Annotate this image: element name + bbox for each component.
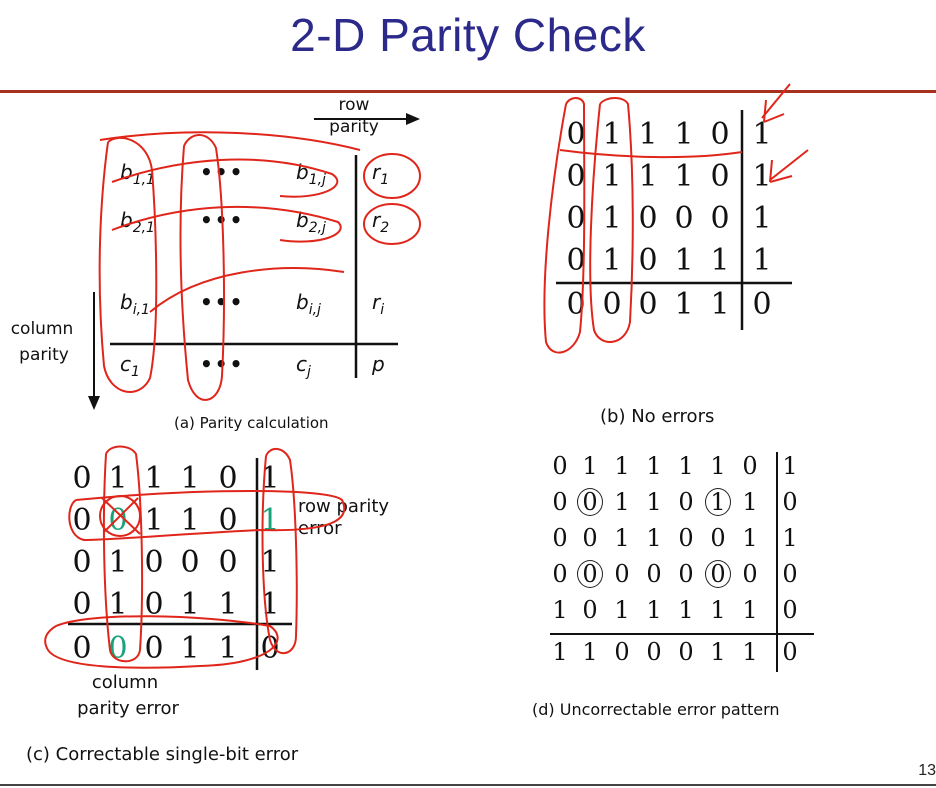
- page-number: 13: [918, 762, 936, 779]
- footer-divider: [0, 784, 936, 786]
- diagram-lines: [44, 83, 814, 672]
- red-annotations: [44, 83, 809, 669]
